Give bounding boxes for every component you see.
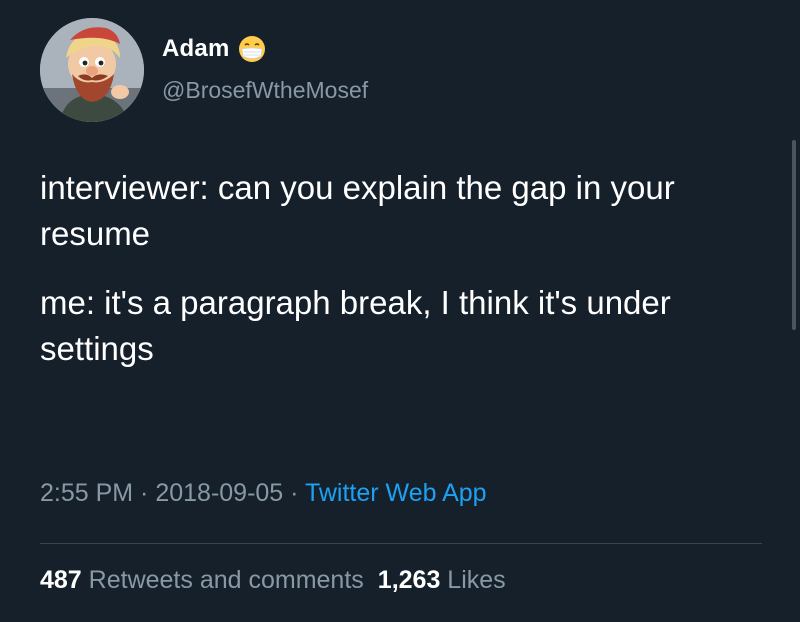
- tweet-source-link[interactable]: Twitter Web App: [305, 479, 487, 507]
- divider: [40, 543, 762, 544]
- scrollbar[interactable]: [792, 140, 796, 330]
- tweet-metadata: 2:55 PM · 2018-09-05 · Twitter Web App: [40, 479, 487, 508]
- likes-stat[interactable]: 1,263 Likes: [378, 566, 506, 594]
- tweet-card: Adam @BrosefWtheMosef interviewer: can y…: [0, 0, 800, 622]
- retweets-count: 487: [40, 566, 82, 594]
- author-handle[interactable]: @BrosefWtheMosef: [162, 77, 368, 104]
- author-name-row[interactable]: Adam: [162, 34, 267, 64]
- likes-label: Likes: [440, 566, 506, 594]
- tweet-text: interviewer: can you explain the gap in …: [40, 165, 770, 372]
- tweet-time[interactable]: 2:55 PM: [40, 479, 133, 507]
- retweets-label: Retweets and comments: [81, 566, 364, 594]
- meta-separator: ·: [283, 479, 305, 507]
- face-with-medical-mask-emoji-icon: [237, 34, 267, 64]
- author-display-name[interactable]: Adam: [162, 35, 229, 63]
- tweet-paragraph: me: it's a paragraph break, I think it's…: [40, 284, 671, 367]
- likes-count: 1,263: [377, 566, 441, 594]
- tweet-stats: 487 Retweets and comments 1,263 Likes: [40, 566, 506, 595]
- tweet-paragraph: interviewer: can you explain the gap in …: [40, 169, 675, 252]
- avatar[interactable]: [40, 18, 144, 122]
- meta-separator: ·: [133, 479, 156, 507]
- cartoon-character-avatar-icon: [40, 18, 144, 122]
- tweet-date[interactable]: 2018-09-05: [155, 479, 283, 507]
- retweets-stat[interactable]: 487 Retweets and comments: [40, 566, 364, 594]
